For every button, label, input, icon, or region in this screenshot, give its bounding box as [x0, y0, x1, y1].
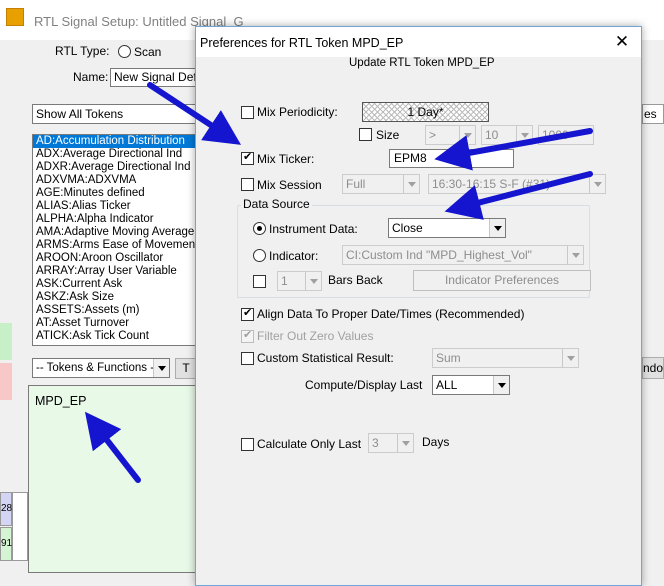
annotation-arrows	[84, 82, 593, 483]
arrow-to-formula	[84, 411, 141, 483]
arrow-to-ticker-field	[434, 128, 593, 171]
arrow-to-mix-ticker	[147, 82, 242, 145]
arrow-to-instrument-data	[444, 171, 593, 220]
